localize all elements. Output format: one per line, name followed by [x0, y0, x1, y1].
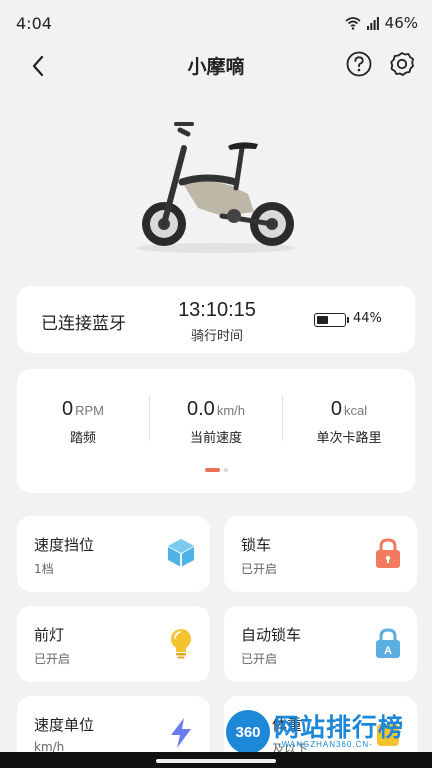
gear-icon: [390, 52, 414, 76]
help-circle-icon: [346, 51, 372, 77]
connection-card: 已连接蓝牙 13:10:15 骑行时间 44%: [17, 286, 415, 353]
ride-time-value: 13:10:15: [178, 299, 256, 321]
stat-label: 踏频: [69, 431, 96, 446]
signal-icon: [366, 16, 379, 30]
stat-unit: km/h: [216, 403, 245, 418]
tile-title: 速度挡位: [34, 536, 95, 554]
bluetooth-status: 已连接蓝牙: [41, 314, 126, 334]
page-indicator[interactable]: [17, 468, 415, 472]
watermark-url: -WANGZHAN360.CN-: [278, 740, 373, 749]
stat-number: 0: [330, 398, 342, 420]
bike-image: [136, 122, 296, 253]
svg-text:A: A: [384, 645, 392, 657]
stat-speed: 0.0 km/h 当前速度: [150, 398, 282, 446]
stat-cadence: 0 RPM 踏频: [17, 398, 149, 446]
tile-subtitle: 1档: [34, 562, 54, 576]
battery-tip: [347, 317, 349, 323]
tile-title: 速度单位: [34, 716, 95, 734]
stat-value: 0.0 km/h: [150, 398, 282, 421]
stat-unit: kcal: [344, 403, 368, 418]
battery-percent: 44%: [353, 311, 382, 326]
tile-headlight[interactable]: 前灯 已开启: [17, 606, 210, 682]
status-bar: 4:04 46%: [0, 0, 432, 46]
stat-calories: 0 kcal 单次卡路里: [283, 398, 415, 446]
page-dot-active[interactable]: [204, 468, 220, 472]
tile-title: 锁车: [241, 536, 272, 554]
stat-label: 当前速度: [189, 431, 242, 446]
wifi-icon: [345, 17, 361, 30]
tile-subtitle: 已开启: [241, 562, 278, 576]
battery-icon: [314, 313, 346, 327]
help-button[interactable]: [344, 49, 374, 79]
watermark-title: 网站排行榜: [274, 713, 405, 742]
status-icons: 46%: [345, 14, 418, 32]
watermark-logo: 360: [226, 710, 270, 754]
lightning-icon: [171, 718, 191, 748]
status-battery-text: 46%: [384, 14, 418, 32]
stat-number: 0.0: [187, 398, 215, 420]
status-time: 4:04: [16, 14, 52, 33]
lock-icon: [376, 538, 400, 568]
page-dot[interactable]: [223, 468, 228, 472]
app-header: 小摩嘀: [0, 44, 432, 84]
battery-fill: [317, 316, 328, 324]
stat-unit: RPM: [75, 403, 104, 418]
home-handle[interactable]: [156, 759, 276, 763]
auto-lock-icon: A: [376, 628, 400, 658]
settings-button[interactable]: [386, 48, 418, 80]
lightbulb-icon: [171, 629, 191, 659]
tile-auto-lock[interactable]: 自动锁车 已开启 A: [224, 606, 417, 682]
system-nav-bar: [0, 752, 432, 768]
tile-lock[interactable]: 锁车 已开启: [224, 516, 417, 592]
cube-icon: [167, 539, 195, 567]
tile-title: 自动锁车: [241, 626, 302, 644]
stat-label: 单次卡路里: [316, 431, 382, 446]
watermark: 360 网站排行榜 -WANGZHAN360.CN-: [222, 706, 432, 754]
stats-card[interactable]: 0 RPM 踏频 0.0 km/h 当前速度 0 kcal 单次卡路里: [17, 369, 415, 493]
tile-speed-gear[interactable]: 速度挡位 1档: [17, 516, 210, 592]
tile-subtitle: 已开启: [34, 652, 71, 666]
stat-value: 0 RPM: [17, 398, 149, 421]
tile-title: 前灯: [34, 626, 65, 644]
ride-time-label: 骑行时间: [190, 329, 243, 344]
tile-subtitle: 已开启: [241, 652, 278, 666]
stat-value: 0 kcal: [283, 398, 415, 421]
stat-number: 0: [61, 398, 74, 420]
